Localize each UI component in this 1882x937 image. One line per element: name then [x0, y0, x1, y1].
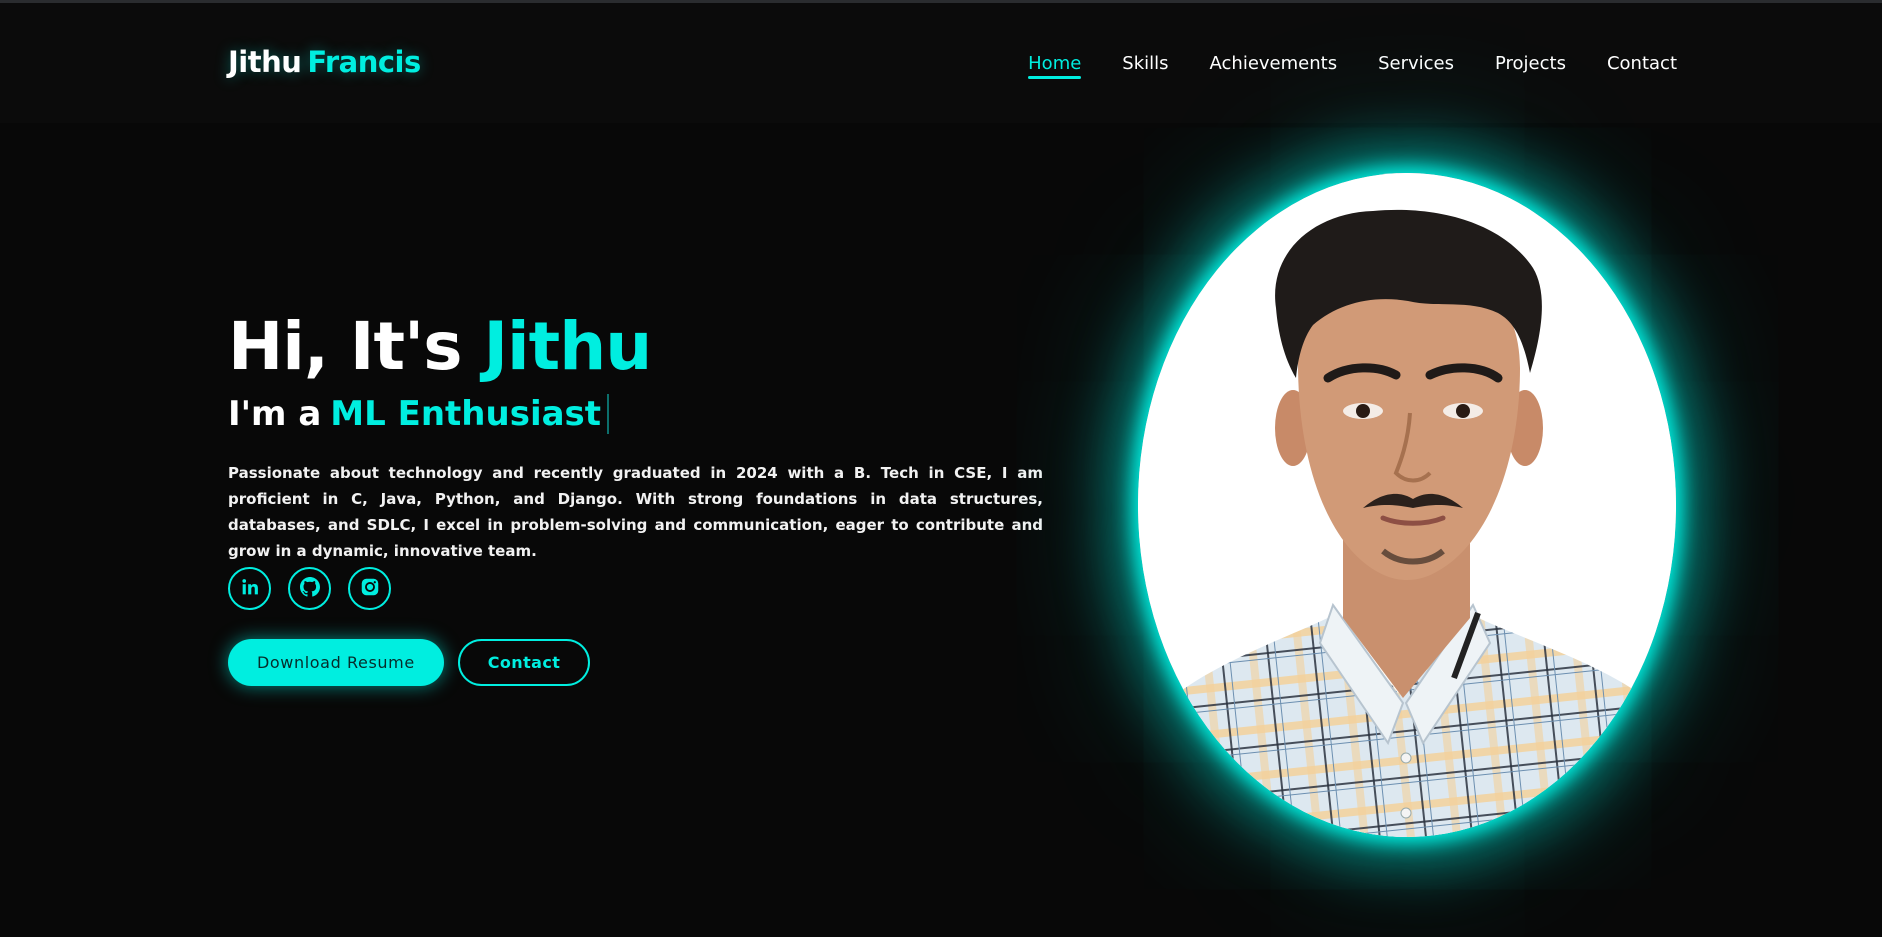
github-icon	[298, 575, 322, 603]
site-header: Jithu Francis Home Skills Achievements Se…	[0, 3, 1882, 123]
hero-actions: Download Resume Contact	[228, 639, 591, 686]
logo-last-name: Francis	[307, 45, 421, 79]
linkedin-icon	[239, 576, 261, 602]
main-nav: Home Skills Achievements Services Projec…	[1028, 53, 1677, 79]
hero-name: Jithu	[483, 308, 653, 385]
hero-role-prefix: I'm a	[228, 394, 322, 434]
instagram-icon	[359, 576, 381, 602]
nav-item-achievements[interactable]: Achievements	[1210, 53, 1338, 78]
hero-heading: Hi, It's Jithu	[228, 308, 653, 385]
logo-first-name: Jithu	[228, 45, 302, 79]
nav-item-projects[interactable]: Projects	[1495, 53, 1566, 78]
profile-photo	[1138, 173, 1676, 837]
typing-cursor	[607, 394, 610, 434]
contact-button[interactable]: Contact	[457, 639, 591, 686]
linkedin-link[interactable]	[228, 567, 271, 610]
social-links	[228, 567, 391, 610]
hero-greeting: Hi, It's	[228, 308, 463, 385]
profile-portrait-illustration	[1138, 173, 1676, 837]
nav-item-services[interactable]: Services	[1378, 53, 1454, 78]
hero-description: Passionate about technology and recently…	[228, 464, 1043, 560]
portfolio-page: Jithu Francis Home Skills Achievements Se…	[0, 0, 1882, 937]
github-link[interactable]	[288, 567, 331, 610]
nav-item-home[interactable]: Home	[1028, 53, 1082, 79]
nav-item-contact[interactable]: Contact	[1607, 53, 1677, 78]
site-logo[interactable]: Jithu Francis	[228, 45, 421, 79]
instagram-link[interactable]	[348, 567, 391, 610]
download-resume-button[interactable]: Download Resume	[228, 639, 444, 686]
hero-role-line: I'm a ML Enthusiast	[228, 394, 610, 434]
hero-role: ML Enthusiast	[330, 394, 602, 434]
nav-item-skills[interactable]: Skills	[1122, 53, 1168, 78]
